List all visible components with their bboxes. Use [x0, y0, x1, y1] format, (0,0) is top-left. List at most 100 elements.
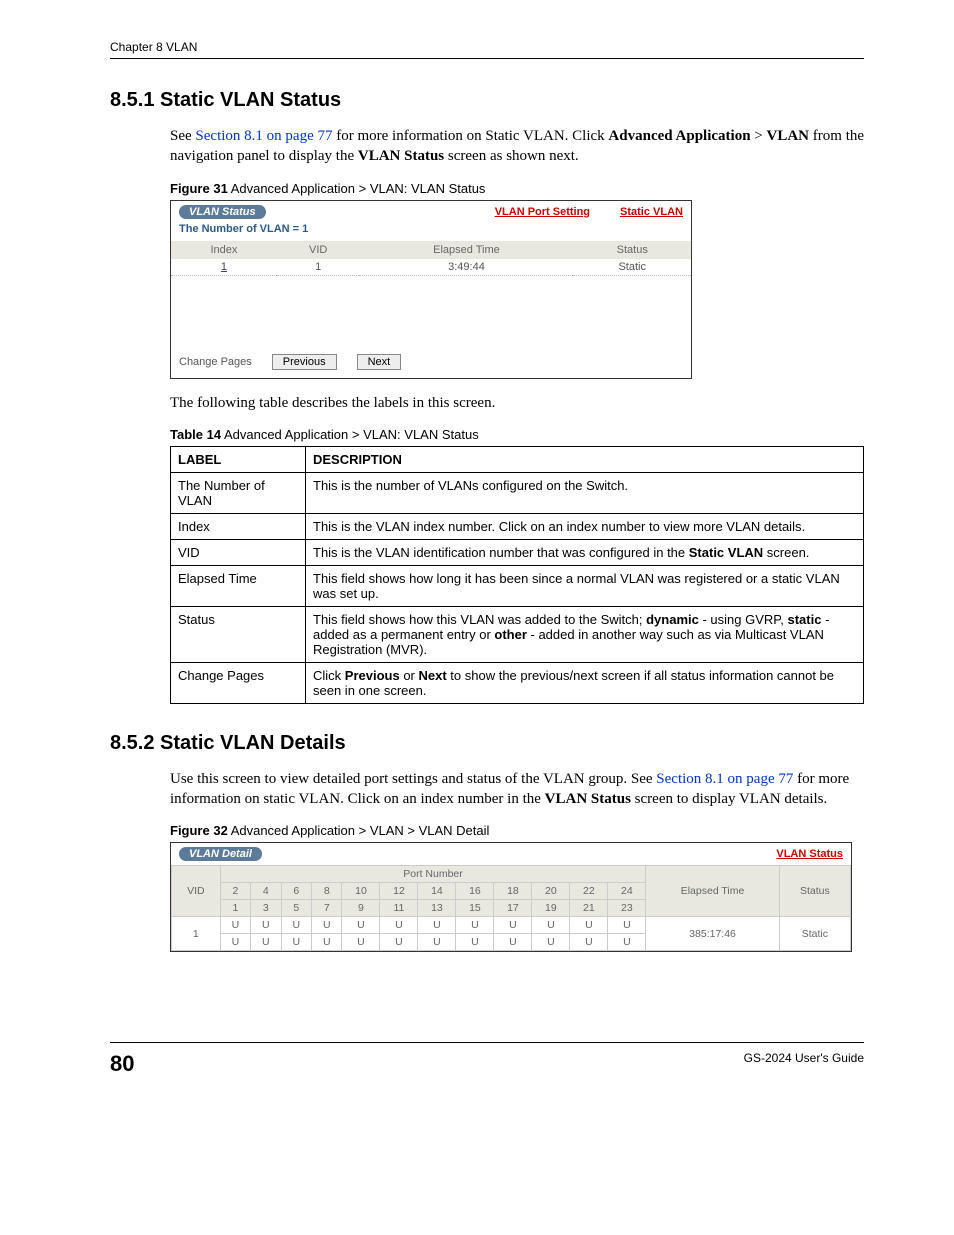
text: or	[400, 668, 419, 683]
previous-button[interactable]: Previous	[272, 354, 337, 370]
port-cell: U	[418, 934, 456, 951]
port-col: 10	[342, 883, 380, 900]
th-label: LABEL	[171, 446, 306, 472]
port-cell: U	[532, 917, 570, 934]
port-col: 11	[380, 900, 418, 917]
port-cell: U	[494, 917, 532, 934]
link-vlan-port-setting[interactable]: VLAN Port Setting	[495, 206, 590, 218]
table-row: 1 U U U U U U U U U U U U 385:17:46 Stat…	[172, 917, 851, 934]
port-cell: U	[380, 934, 418, 951]
port-cell: U	[456, 917, 494, 934]
vlan-detail-table: VID Port Number Elapsed Time Status 2 4 …	[171, 865, 851, 951]
text: - using GVRP,	[699, 612, 788, 627]
cell-label: Status	[171, 606, 306, 662]
section-8-5-1-intro: See Section 8.1 on page 77 for more info…	[170, 126, 864, 167]
port-col: 2	[220, 883, 250, 900]
cell-desc: This is the VLAN index number. Click on …	[306, 513, 864, 539]
bold-text: Static VLAN	[689, 545, 763, 560]
port-col: 20	[532, 883, 570, 900]
next-button[interactable]: Next	[357, 354, 402, 370]
heading-8-5-1: 8.5.1 Static VLAN Status	[110, 89, 864, 112]
guide-name: GS-2024 User's Guide	[744, 1051, 864, 1065]
cell-desc: This field shows how this VLAN was added…	[306, 606, 864, 662]
number-of-vlan-label: The Number of VLAN = 1	[171, 223, 691, 241]
port-cell: U	[380, 917, 418, 934]
cell-status: Static	[779, 917, 850, 951]
ui-vlan-status: VLAN Status	[358, 148, 444, 164]
heading-8-5-2: 8.5.2 Static VLAN Details	[110, 732, 864, 755]
cell-vid: 1	[277, 259, 360, 276]
bold-text: other	[494, 627, 527, 642]
port-col: 21	[570, 900, 608, 917]
text: screen to display VLAN details.	[631, 791, 827, 807]
port-cell: U	[418, 917, 456, 934]
port-col: 24	[608, 883, 646, 900]
text: for more information on Static VLAN. Cli…	[332, 128, 608, 144]
link-static-vlan[interactable]: Static VLAN	[620, 206, 683, 218]
page-footer: 80 GS-2024 User's Guide	[110, 1042, 864, 1077]
port-col: 23	[608, 900, 646, 917]
text: Use this screen to view detailed port se…	[170, 771, 656, 787]
table-row: VID This is the VLAN identification numb…	[171, 539, 864, 565]
port-col: 16	[456, 883, 494, 900]
col-vid: VID	[277, 241, 360, 259]
port-cell: U	[342, 934, 380, 951]
bold-text: static	[788, 612, 822, 627]
running-header: Chapter 8 VLAN	[110, 40, 864, 59]
port-cell: U	[251, 934, 281, 951]
port-col: 19	[532, 900, 570, 917]
port-col: 6	[281, 883, 311, 900]
link-vlan-status[interactable]: VLAN Status	[776, 848, 843, 860]
bold-text: dynamic	[646, 612, 699, 627]
port-cell: U	[608, 934, 646, 951]
table-intro: The following table describes the labels…	[170, 393, 864, 413]
caption-rest: Advanced Application > VLAN: VLAN Status	[221, 427, 479, 442]
figure-32-screenshot: VLAN Detail VLAN Status VID Port Number …	[170, 842, 852, 952]
port-col: 22	[570, 883, 608, 900]
cell-label: VID	[171, 539, 306, 565]
port-cell: U	[312, 934, 342, 951]
section-8-5-2-intro: Use this screen to view detailed port se…	[170, 769, 864, 810]
table-row: Elapsed Time This field shows how long i…	[171, 565, 864, 606]
page-number: 80	[110, 1051, 134, 1077]
xref-link[interactable]: Section 8.1 on page 77	[656, 771, 793, 787]
cell-vid: 1	[172, 917, 221, 951]
figure-31-screenshot: VLAN Status VLAN Port Setting Static VLA…	[170, 200, 692, 379]
text: This field shows how this VLAN was added…	[313, 612, 646, 627]
th-description: DESCRIPTION	[306, 446, 864, 472]
port-col: 8	[312, 883, 342, 900]
port-cell: U	[570, 917, 608, 934]
col-elapsed: Elapsed Time	[646, 866, 779, 917]
port-cell: U	[220, 917, 250, 934]
port-col: 9	[342, 900, 380, 917]
port-cell: U	[220, 934, 250, 951]
port-col: 3	[251, 900, 281, 917]
ui-vlan-status: VLAN Status	[545, 791, 631, 807]
cell-desc: This is the number of VLANs configured o…	[306, 472, 864, 513]
col-vid: VID	[172, 866, 221, 917]
port-cell: U	[494, 934, 532, 951]
caption-rest: Advanced Application > VLAN: VLAN Status	[228, 181, 486, 196]
port-cell: U	[608, 917, 646, 934]
cell-label: The Number of VLAN	[171, 472, 306, 513]
port-col: 17	[494, 900, 532, 917]
port-col: 13	[418, 900, 456, 917]
bold-text: Previous	[345, 668, 400, 683]
port-cell: U	[456, 934, 494, 951]
index-link[interactable]: 1	[221, 261, 227, 273]
port-cell: U	[281, 917, 311, 934]
port-col: 5	[281, 900, 311, 917]
table-14-caption: Table 14 Advanced Application > VLAN: VL…	[170, 427, 864, 442]
port-col: 4	[251, 883, 281, 900]
figure-31-caption: Figure 31 Advanced Application > VLAN: V…	[170, 181, 864, 196]
xref-link[interactable]: Section 8.1 on page 77	[195, 128, 332, 144]
port-cell: U	[312, 917, 342, 934]
ui-path-adv-app: Advanced Application	[608, 128, 750, 144]
gt: >	[751, 128, 767, 144]
port-cell: U	[532, 934, 570, 951]
table-row: Status This field shows how this VLAN wa…	[171, 606, 864, 662]
table-row: Change Pages Click Previous or Next to s…	[171, 662, 864, 703]
cell-label: Elapsed Time	[171, 565, 306, 606]
figure-32-caption: Figure 32 Advanced Application > VLAN > …	[170, 823, 864, 838]
cell-elapsed: 3:49:44	[359, 259, 573, 276]
